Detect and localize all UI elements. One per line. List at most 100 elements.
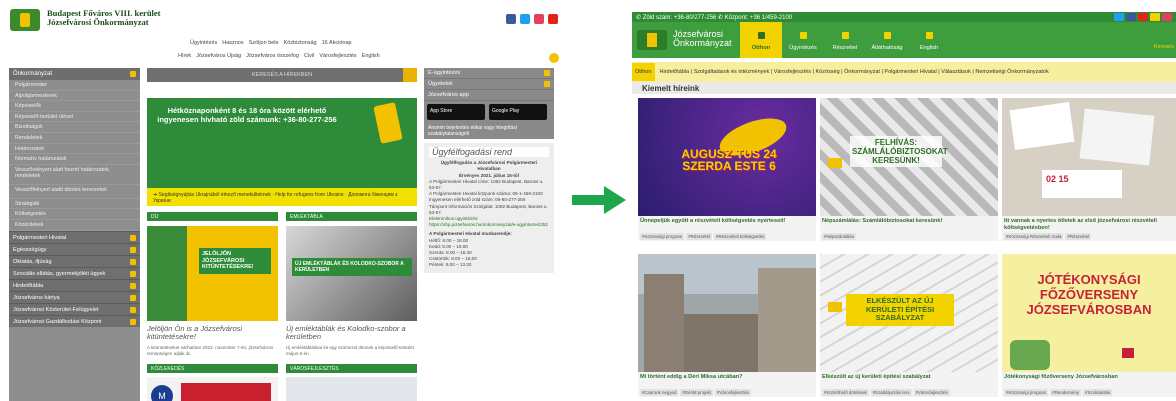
anon-report-link[interactable]: Anonim bejelentés etikai vagy integritás… xyxy=(424,123,554,139)
sub-nav-item[interactable]: Szolgáltatások és intézmények xyxy=(694,69,770,75)
twitter-icon[interactable] xyxy=(1114,13,1124,21)
sub-nav-item[interactable]: Önkormányzat xyxy=(844,69,880,75)
news-search-bar[interactable]: KERESÉS A HÍREKBEN xyxy=(147,68,417,82)
sidebar-subitem[interactable]: Stratégiák xyxy=(9,199,140,210)
news-tile[interactable]: FELHÍVÁS: SZÁMLÁLÓBIZTOSOKAT KERESÜNK! N… xyxy=(820,98,998,241)
youtube-icon[interactable] xyxy=(548,14,558,24)
tag[interactable]: #Szabályozási terv xyxy=(870,389,912,396)
sidebar-subitem[interactable]: Normatív határozatok xyxy=(9,154,140,165)
tag[interactable]: #Közösségi program xyxy=(640,233,685,240)
coat-of-arms-logo[interactable] xyxy=(10,9,40,31)
topnav-link[interactable]: Józsefváros összefog xyxy=(246,53,299,59)
sidebar-group[interactable]: Hirdetőtábla xyxy=(9,278,140,291)
tag[interactable]: #Közösségi program xyxy=(1004,389,1049,396)
nav-reszvetel[interactable]: Részvétel xyxy=(824,22,866,58)
new-logo-text[interactable]: Józsefvárosi Önkormányzat xyxy=(673,30,732,48)
contact-numbers[interactable]: ✆ Zöld szám: +36-80/277-256 ✆ Központ: +… xyxy=(636,14,792,21)
transport-image[interactable]: M xyxy=(147,377,278,401)
card-image[interactable]: JELÖLJÖN JÓZSEFVÁROSI KITÜNTETÉSEKRE! xyxy=(147,226,278,321)
card-image[interactable]: ÚJ EMLÉKTÁBLÁK ÉS KOLODKO-SZOBOR A KERÜL… xyxy=(286,226,417,321)
tag[interactable]: #Részvétel xyxy=(1065,233,1092,240)
tag[interactable]: #Részvétel xyxy=(686,233,713,240)
sidebar-subitem[interactable]: Alpolgármesterek xyxy=(9,91,140,102)
nav-home[interactable]: Otthon xyxy=(740,22,782,58)
tile-title[interactable]: Mi történt eddig a Déri Miksa utcában? xyxy=(638,372,816,388)
tag[interactable]: #DériM projekt xyxy=(680,389,713,396)
accessibility-icon[interactable] xyxy=(549,53,559,63)
card-title[interactable]: Jelöljön Ön is a Józsefvárosi kitüntetés… xyxy=(147,325,278,341)
sub-nav-item[interactable]: Választások xyxy=(941,69,971,75)
tile-title[interactable]: Itt vannak a nyertes ötletek az első józ… xyxy=(1002,216,1176,232)
search-link[interactable]: Keresés xyxy=(1154,44,1174,50)
sub-nav-item[interactable]: Hirdetőtábla xyxy=(660,69,690,75)
tile-title[interactable]: Jótékonysági főzőverseny Józsefvárosban xyxy=(1002,372,1176,388)
topnav-link[interactable]: Közbiztonság xyxy=(284,40,317,46)
news-tile[interactable]: JÓTÉKONYSÁGI FŐZŐVERSENY JÓZSEFVÁROSBAN … xyxy=(1002,254,1176,397)
tag[interactable]: #Szolidaritás xyxy=(1083,389,1113,396)
search-icon[interactable] xyxy=(403,68,417,82)
sidebar-subitem[interactable]: Képviselő-testület ülései xyxy=(9,112,140,123)
sub-nav-item[interactable]: Polgármesteri Hivatal xyxy=(884,69,936,75)
tag[interactable]: #Közérthető döntések xyxy=(822,389,869,396)
sub-nav-item[interactable]: Közösség xyxy=(816,69,840,75)
tile-title[interactable]: Elkészült az új kerületi építési szabály… xyxy=(820,372,998,388)
news-card[interactable]: EMLÉKTÁBLA ÚJ EMLÉKTÁBLÁK ÉS KOLODKO-SZO… xyxy=(286,212,417,356)
sub-nav-active[interactable]: Otthon xyxy=(632,63,655,81)
tile-image[interactable]: AUGUSZ-TUS 24 SZERDA ESTE 6 xyxy=(638,98,816,216)
tile-title[interactable]: Ünnepeljük együtt a részvételi költségve… xyxy=(638,216,816,232)
sidebar-subitem[interactable]: Határozatok xyxy=(9,144,140,155)
app-store-button[interactable]: App Store xyxy=(427,104,485,120)
sub-nav-item[interactable]: Nemzetiségi Önkormányzatok xyxy=(975,69,1048,75)
sidebar-subitem[interactable]: Vesszőfelnyert alatti döntés tervezetek xyxy=(9,185,140,199)
tag[interactable]: #Részvételi költségvetés xyxy=(714,233,767,240)
tag[interactable]: #Csarnok negyed xyxy=(640,389,679,396)
sub-nav-item[interactable]: Városfejlesztés xyxy=(774,69,811,75)
nav-english[interactable]: English xyxy=(908,22,950,58)
sidebar-subitem[interactable]: Képviselők xyxy=(9,101,140,112)
tag[interactable]: #Városfejlesztés xyxy=(714,389,752,396)
facebook-icon[interactable] xyxy=(506,14,516,24)
google-play-button[interactable]: Google Play xyxy=(489,104,547,120)
tile-image[interactable]: ELKÉSZÜLT AZ ÚJ KERÜLETI ÉPÍTÉSI SZABÁLY… xyxy=(820,254,998,372)
instagram-icon[interactable] xyxy=(1162,13,1172,21)
sidebar-header[interactable]: Önkormányzat xyxy=(9,68,140,80)
nav-ugyintezes[interactable]: Ügyintézés xyxy=(782,22,824,58)
coat-of-arms-logo[interactable] xyxy=(637,30,667,50)
facebook-icon[interactable] xyxy=(1126,13,1136,21)
topnav-link[interactable]: Szóljon bele xyxy=(249,40,279,46)
section-card[interactable]: VÁROSFEJLESZTÉS xyxy=(286,364,417,401)
tag[interactable]: #Városfejlesztés xyxy=(913,389,950,396)
topnav-link[interactable]: Hasznos xyxy=(222,40,243,46)
news-tile[interactable]: Mi történt eddig a Déri Miksa utcában? #… xyxy=(638,254,816,397)
topnav-link[interactable]: 16 Akciónap xyxy=(322,40,352,46)
tag[interactable]: #Közösségi Részvételi Iroda xyxy=(1004,233,1064,240)
urban-image[interactable] xyxy=(286,377,417,401)
right-menu-item[interactable]: E-ügyintézés xyxy=(424,68,554,79)
news-tile[interactable]: ELKÉSZÜLT AZ ÚJ KERÜLETI ÉPÍTÉSI SZABÁLY… xyxy=(820,254,998,397)
topnav-link[interactable]: Városfejlesztés xyxy=(319,53,356,59)
news-tile[interactable]: AUGUSZ-TUS 24 SZERDA ESTE 6 Ünnepeljük e… xyxy=(638,98,816,241)
tag[interactable]: #Rendezvény xyxy=(1050,389,1082,396)
topnav-link[interactable]: Hírek xyxy=(178,53,191,59)
topnav-link[interactable]: Józsefváros Újság xyxy=(196,53,241,59)
sidebar-group[interactable]: Józsefvárosi Gazdálkodási Központ xyxy=(9,314,140,327)
ukraine-help-band[interactable]: ➜ Segítségnyújtás Ukrajnából érkező mene… xyxy=(147,188,417,206)
tile-image[interactable]: FELHÍVÁS: SZÁMLÁLÓBIZTOSOKAT KERESÜNK! xyxy=(820,98,998,216)
section-card[interactable]: KÖZLEKEDÉS M xyxy=(147,364,278,401)
topnav-link[interactable]: English xyxy=(362,53,380,59)
sidebar-subitem[interactable]: Bizottságok xyxy=(9,122,140,133)
accessibility-icon[interactable] xyxy=(1150,13,1160,21)
sidebar-group[interactable]: Józsefvárosi Közterület-Felügyelet xyxy=(9,302,140,315)
tile-image[interactable] xyxy=(638,254,816,372)
sidebar-group[interactable]: Polgármesteri Hivatal xyxy=(9,230,140,243)
tile-image[interactable]: 02 15 xyxy=(1002,98,1176,216)
green-number-banner[interactable]: Hétköznaponként 8 és 18 óra között elérh… xyxy=(147,98,417,188)
twitter-icon[interactable] xyxy=(520,14,530,24)
instagram-icon[interactable] xyxy=(534,14,544,24)
sidebar-group[interactable]: Oktatás, ifjúság xyxy=(9,254,140,267)
nav-atlathatosag[interactable]: Átláthatóság xyxy=(866,22,908,58)
right-menu-item[interactable]: Ügyeletek xyxy=(424,79,554,90)
tile-title[interactable]: Népszámlálás: Számlálóbiztosokat keresün… xyxy=(820,216,998,232)
topnav-link[interactable]: Ügyintézés xyxy=(190,40,217,46)
sidebar-group[interactable]: Szociális ellátás, gyermekjóléti ügyek xyxy=(9,266,140,279)
